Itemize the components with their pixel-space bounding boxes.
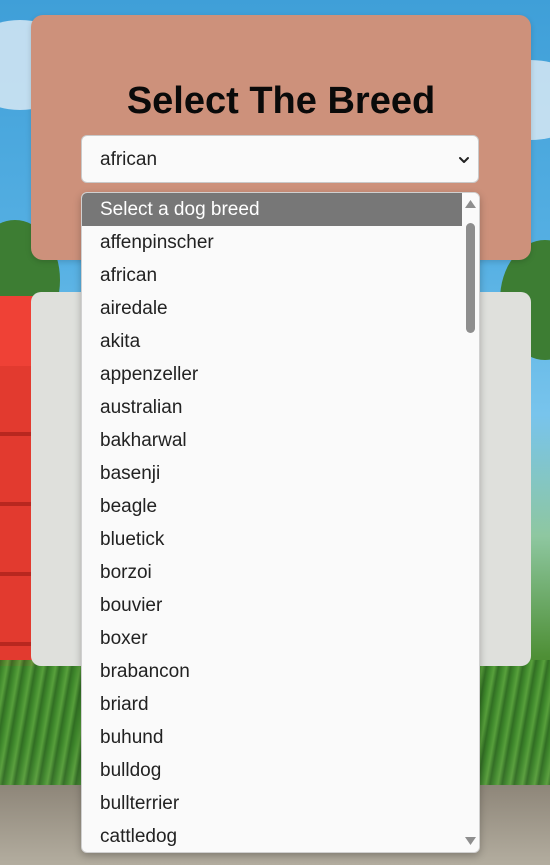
dropdown-option[interactable]: bullterrier (82, 787, 463, 820)
dropdown-option[interactable]: affenpinscher (82, 226, 463, 259)
scroll-thumb[interactable] (466, 223, 475, 333)
dropdown-option[interactable]: cattledog (82, 820, 463, 852)
page-title: Select The Breed (126, 80, 436, 122)
dropdown-option[interactable]: african (82, 259, 463, 292)
dropdown-option[interactable]: akita (82, 325, 463, 358)
dropdown-option[interactable]: bulldog (82, 754, 463, 787)
doghouse-roof (0, 296, 34, 366)
dropdown-option[interactable]: buhund (82, 721, 463, 754)
dropdown-option[interactable]: bluetick (82, 523, 463, 556)
breed-dropdown-list[interactable]: Select a dog breed affenpinscher african ai… (81, 192, 480, 853)
chevron-down-icon (459, 157, 469, 163)
dropdown-option[interactable]: airedale (82, 292, 463, 325)
dropdown-option[interactable]: boxer (82, 622, 463, 655)
scroll-up-arrow-icon[interactable] (464, 197, 477, 209)
dropdown-option[interactable]: bakharwal (82, 424, 463, 457)
dropdown-option[interactable]: basenji (82, 457, 463, 490)
dropdown-option[interactable]: brabancon (82, 655, 463, 688)
breed-select-value: african (100, 149, 158, 170)
breed-select[interactable]: african (81, 135, 479, 183)
dropdown-option[interactable]: beagle (82, 490, 463, 523)
scroll-down-arrow-icon[interactable] (464, 836, 477, 848)
dropdown-option[interactable]: Select a dog breed (82, 193, 463, 226)
dropdown-scrollbar[interactable] (462, 193, 479, 852)
dropdown-option[interactable]: appenzeller (82, 358, 463, 391)
dropdown-option[interactable]: australian (82, 391, 463, 424)
dropdown-option[interactable]: borzoi (82, 556, 463, 589)
dropdown-option[interactable]: bouvier (82, 589, 463, 622)
dropdown-option[interactable]: briard (82, 688, 463, 721)
